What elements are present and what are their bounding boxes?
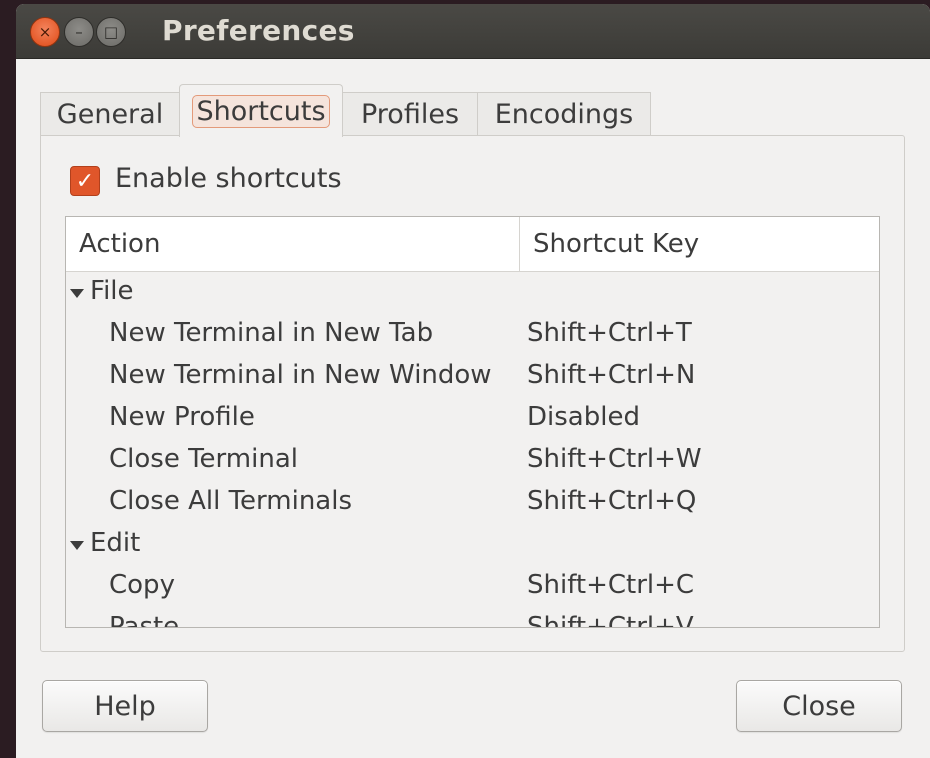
help-button[interactable]: Help (42, 680, 208, 732)
table-row[interactable]: New Terminal in New Tab Shift+Ctrl+T (66, 314, 879, 356)
table-row[interactable]: New Terminal in New Window Shift+Ctrl+N (66, 356, 879, 398)
shortcut-cell[interactable]: Shift+Ctrl+V (527, 612, 694, 627)
action-cell: Paste (109, 612, 180, 628)
window-maximize-icon[interactable]: □ (96, 17, 126, 47)
tab-shortcuts[interactable]: Shortcuts (179, 84, 343, 137)
tab-label: Encodings (494, 99, 634, 130)
tab-label: Profiles (360, 99, 460, 130)
shortcut-cell[interactable]: Shift+Ctrl+C (527, 570, 694, 600)
tab-general[interactable]: General (40, 92, 180, 136)
action-cell: Edit (90, 528, 141, 558)
shortcut-cell[interactable]: Disabled (527, 402, 640, 432)
shortcut-cell[interactable]: Shift+Ctrl+W (527, 444, 702, 474)
table-row[interactable]: New Profile Disabled (66, 398, 879, 440)
tab-label: Shortcuts (192, 94, 330, 128)
window-close-icon[interactable]: × (30, 17, 60, 47)
column-header-action[interactable]: Action (66, 217, 520, 271)
table-row[interactable]: Close Terminal Shift+Ctrl+W (66, 440, 879, 482)
shortcut-cell[interactable]: Shift+Ctrl+T (527, 318, 692, 348)
action-cell: Close Terminal (109, 444, 298, 474)
table-row[interactable]: Close All Terminals Shift+Ctrl+Q (66, 482, 879, 524)
shortcuts-tree[interactable]: Action Shortcut Key File New Terminal in… (65, 216, 880, 628)
shortcuts-panel: ✓ Enable shortcuts Action Shortcut Key F… (40, 135, 905, 652)
tree-group-row[interactable]: Edit (66, 524, 879, 566)
tab-encodings[interactable]: Encodings (477, 92, 651, 136)
tab-label: General (56, 99, 164, 130)
window-minimize-icon[interactable]: – (64, 17, 94, 47)
action-cell: File (90, 276, 134, 306)
expander-down-icon[interactable] (70, 289, 84, 298)
action-cell: New Terminal in New Tab (109, 318, 434, 348)
shortcut-cell[interactable]: Shift+Ctrl+Q (527, 486, 696, 516)
tree-group-row[interactable]: File (66, 272, 879, 314)
action-cell: Copy (109, 570, 175, 600)
window-title: Preferences (162, 14, 355, 47)
close-button[interactable]: Close (736, 680, 902, 732)
enable-shortcuts-label[interactable]: Enable shortcuts (115, 163, 342, 194)
column-header-shortcut-key[interactable]: Shortcut Key (520, 217, 879, 271)
shortcut-cell[interactable]: Shift+Ctrl+N (527, 360, 695, 390)
table-row[interactable]: Copy Shift+Ctrl+C (66, 566, 879, 608)
expander-down-icon[interactable] (70, 541, 84, 550)
action-cell: New Terminal in New Window (109, 360, 492, 390)
enable-shortcuts-checkbox[interactable]: ✓ (70, 166, 100, 196)
tab-profiles[interactable]: Profiles (342, 92, 478, 136)
table-row[interactable]: Paste Shift+Ctrl+V (66, 608, 879, 628)
tree-header: Action Shortcut Key (66, 217, 879, 272)
action-cell: Close All Terminals (109, 486, 353, 516)
title-bar: × – □ Preferences (16, 4, 930, 59)
preferences-window: × – □ Preferences General Shortcuts Prof… (16, 4, 930, 758)
action-cell: New Profile (109, 402, 255, 432)
